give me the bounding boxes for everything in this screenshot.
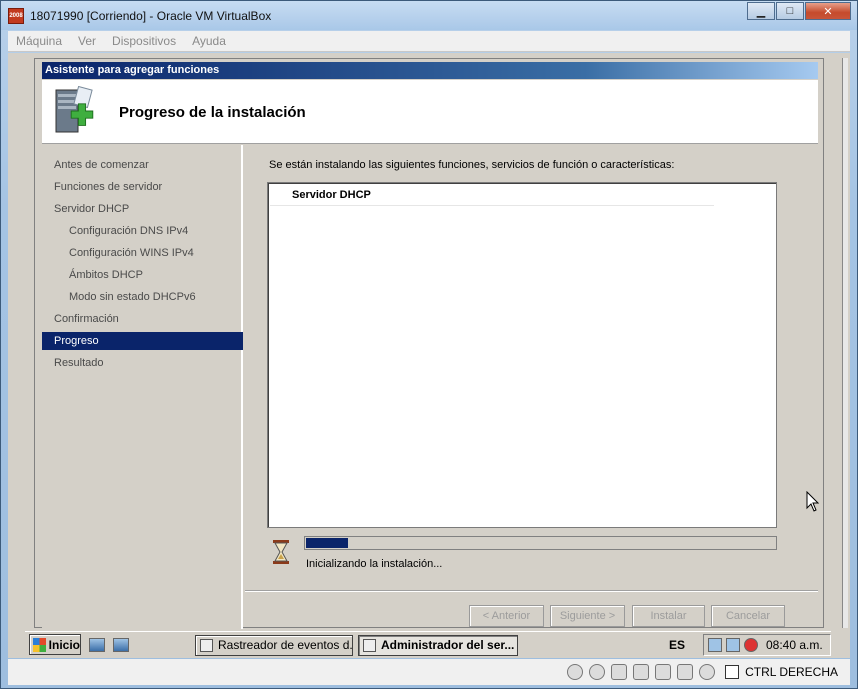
windows-logo-icon [33, 637, 46, 652]
virtualbox-window: 2008 18071990 [Corriendo] - Oracle VM Vi… [0, 0, 858, 689]
task-label: Rastreador de eventos d... [218, 638, 353, 652]
status-text: Inicializando la instalación... [306, 558, 443, 570]
guest-taskbar: Inicio Rastreador de eventos d... Admini… [25, 631, 831, 657]
nav-item-confirmacion[interactable]: Confirmación [42, 310, 243, 328]
network-adapter-icon[interactable] [633, 664, 650, 680]
server-manager-quick-launch-icon[interactable] [89, 637, 105, 652]
task-label: Administrador del ser... [381, 638, 515, 652]
install-progress-bar [304, 536, 777, 550]
menu-ayuda[interactable]: Ayuda [184, 34, 234, 48]
server-manager-icon [363, 639, 376, 652]
nav-item-modo-sin-estado[interactable]: Modo sin estado DHCPv6 [42, 288, 243, 306]
shared-folders-icon[interactable] [655, 664, 672, 680]
event-viewer-icon [200, 639, 213, 652]
start-label: Inicio [48, 637, 80, 652]
optical-drive-icon[interactable] [589, 664, 606, 680]
window-titlebar[interactable]: 2008 18071990 [Corriendo] - Oracle VM Vi… [1, 1, 857, 30]
menu-ver[interactable]: Ver [70, 34, 104, 48]
window-title: 18071990 [Corriendo] - Oracle VM Virtual… [30, 8, 272, 23]
nav-item-ambitos-dhcp[interactable]: Ámbitos DHCP [42, 266, 243, 284]
system-tray: 08:40 a.m. [703, 634, 831, 656]
menu-maquina[interactable]: Máquina [8, 34, 70, 48]
minimize-icon: ▁ [756, 5, 766, 18]
wizard-titlebar[interactable]: Asistente para agregar funciones [42, 62, 818, 79]
network-tray-icon[interactable] [708, 638, 722, 652]
nav-item-resultado[interactable]: Resultado [42, 354, 243, 372]
close-icon: ✕ [823, 5, 833, 18]
guest-scrollbar[interactable] [842, 58, 848, 628]
mouse-integration-icon[interactable] [725, 665, 740, 679]
wizard-content: Se están instalando las siguientes funci… [245, 145, 818, 589]
nav-item-funciones-de-servidor[interactable]: Funciones de servidor [42, 178, 243, 196]
host-key-label: CTRL DERECHA [745, 665, 838, 679]
usb-icon[interactable] [611, 664, 628, 680]
nav-item-progreso[interactable]: Progreso [42, 332, 243, 350]
install-button[interactable]: Instalar [632, 605, 705, 627]
installing-list[interactable]: Servidor DHCP [267, 182, 777, 528]
task-event-viewer[interactable]: Rastreador de eventos d... [195, 635, 353, 656]
close-button[interactable]: ✕ [805, 2, 851, 20]
cancel-button[interactable]: Cancelar [711, 605, 785, 627]
guest-display[interactable]: Asistente para agregar funciones Progres… [8, 53, 850, 658]
intro-text: Se están instalando las siguientes funci… [269, 159, 675, 171]
minimize-button[interactable]: ▁ [747, 2, 775, 20]
virtualization-icon[interactable] [699, 664, 716, 680]
button-separator [245, 590, 818, 592]
monitors-tray-icon[interactable] [726, 638, 740, 652]
volume-muted-icon[interactable] [744, 638, 758, 652]
task-server-manager[interactable]: Administrador del ser... [358, 635, 518, 656]
video-capture-icon[interactable] [677, 664, 694, 680]
mouse-cursor-icon [806, 491, 820, 512]
nav-item-servidor-dhcp[interactable]: Servidor DHCP [42, 200, 243, 218]
window-controls: ▁ □ ✕ [747, 2, 851, 20]
nav-item-configuracion-wins[interactable]: Configuración WINS IPv4 [42, 244, 243, 262]
progress-fill [306, 538, 348, 548]
clock[interactable]: 08:40 a.m. [766, 638, 823, 652]
nav-item-antes-de-comenzar[interactable]: Antes de comenzar [42, 156, 243, 174]
nav-item-configuracion-dns[interactable]: Configuración DNS IPv4 [42, 222, 243, 240]
list-item: Servidor DHCP [270, 185, 714, 206]
menu-dispositivos[interactable]: Dispositivos [104, 34, 184, 48]
wizard-header: Progreso de la instalación [42, 80, 818, 144]
add-roles-wizard: Asistente para agregar funciones Progres… [34, 58, 824, 629]
maximize-icon: □ [786, 5, 794, 17]
language-indicator[interactable]: ES [669, 635, 685, 655]
start-button[interactable]: Inicio [29, 634, 81, 655]
page-title: Progreso de la instalación [119, 104, 306, 121]
hard-disk-icon[interactable] [567, 664, 584, 680]
menubar: Máquina Ver Dispositivos Ayuda [8, 31, 850, 52]
desktop-quick-launch-icon[interactable] [113, 637, 129, 652]
virtualbox-app-icon: 2008 [8, 7, 24, 24]
hourglass-icon [273, 540, 289, 564]
previous-button[interactable]: < Anterior [469, 605, 544, 627]
server-add-icon [55, 86, 94, 133]
maximize-button[interactable]: □ [776, 2, 804, 20]
next-button[interactable]: Siguiente > [550, 605, 625, 627]
virtualbox-statusbar: CTRL DERECHA [8, 659, 850, 685]
wizard-nav: Antes de comenzar Funciones de servidor … [42, 145, 243, 629]
